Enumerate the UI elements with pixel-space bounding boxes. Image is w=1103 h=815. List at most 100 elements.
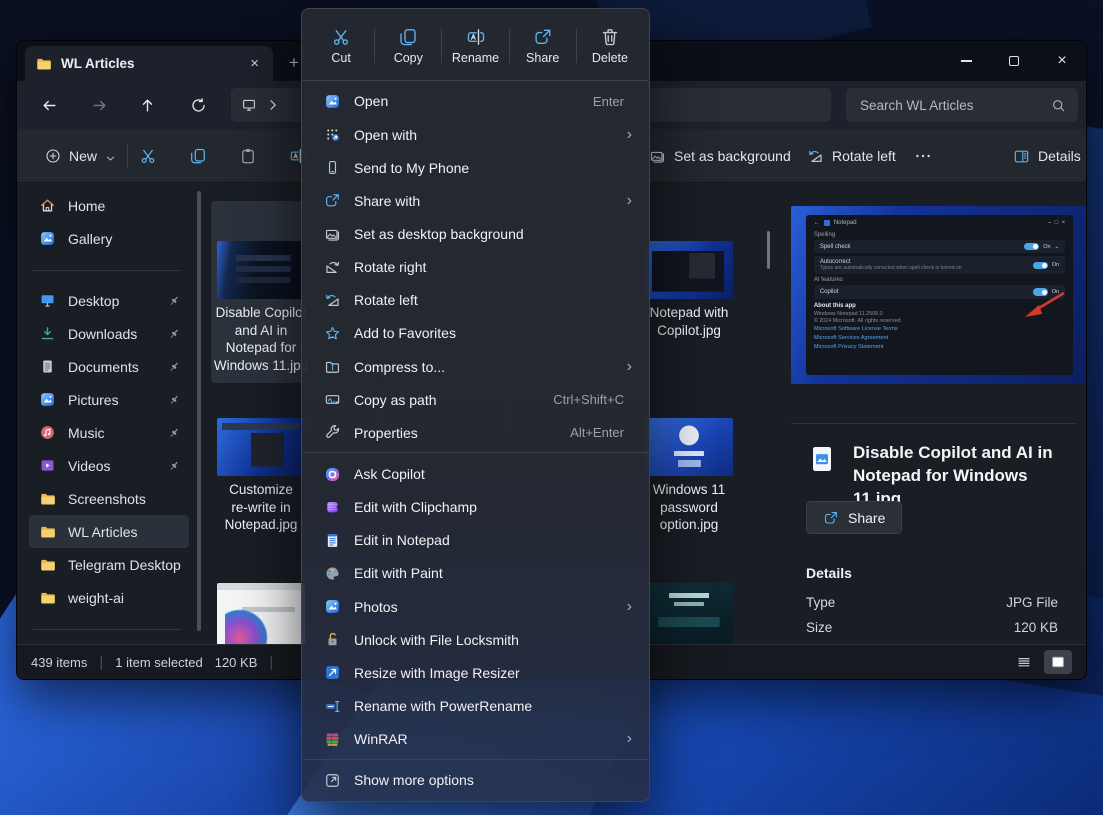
file-tile[interactable]: Windows 11passwordoption.jpg — [639, 411, 739, 551]
music-icon — [39, 424, 56, 441]
menu-item-share-with[interactable]: Share with› — [307, 184, 644, 217]
share-icon — [823, 510, 839, 526]
menu-item-winrar[interactable]: WinRAR› — [307, 723, 644, 756]
quick-action-delete[interactable]: Delete — [577, 18, 643, 74]
menu-item-edit-in-notepad[interactable]: Edit in Notepad — [307, 524, 644, 557]
type-label: Type — [806, 595, 835, 610]
sidebar-item-screenshots[interactable]: Screenshots — [29, 482, 189, 515]
maximize-button[interactable] — [990, 41, 1038, 81]
rotate-left-button[interactable]: Rotate left — [801, 140, 902, 172]
menu-item-rotate-right[interactable]: Rotate right — [307, 251, 644, 284]
back-icon — [41, 97, 58, 114]
share-icon — [533, 27, 553, 47]
file-tile[interactable]: Disable Copilotand AI inNotepad forWindo… — [211, 201, 311, 383]
back-button[interactable] — [36, 93, 62, 117]
menu-item-edit-with-paint[interactable]: Edit with Paint — [307, 557, 644, 590]
menu-item-label: Open with — [354, 127, 627, 143]
details-toggle-button[interactable]: Details — [1007, 140, 1087, 172]
more-options-icon — [324, 772, 341, 789]
forward-button[interactable] — [86, 93, 112, 117]
search-input[interactable] — [858, 97, 1043, 114]
menu-item-set-as-desktop-background[interactable]: Set as desktop background — [307, 217, 644, 250]
sidebar-item-telegram-desktop[interactable]: Telegram Desktop — [29, 548, 189, 581]
up-button[interactable] — [134, 93, 160, 117]
selected-count: 1 item selected — [115, 655, 202, 670]
sidebar-item-pictures[interactable]: Pictures — [29, 383, 189, 416]
menu-item-unlock-with-file-locksmith[interactable]: Unlock with File Locksmith — [307, 623, 644, 656]
search-box[interactable] — [846, 88, 1078, 122]
sidebar-item-weight-ai[interactable]: weight-ai — [29, 581, 189, 614]
new-button[interactable]: New — [33, 140, 128, 172]
menu-item-compress-to-[interactable]: Compress to...› — [307, 350, 644, 383]
tab-title: WL Articles — [61, 56, 237, 71]
set-as-background-button[interactable]: Set as background — [643, 140, 797, 172]
menu-item-rename-with-powerrename[interactable]: Rename with PowerRename — [307, 689, 644, 722]
menu-item-show-more-options[interactable]: Show more options — [307, 764, 644, 797]
photos-app-icon — [324, 93, 341, 110]
sidebar-item-gallery[interactable]: Gallery — [29, 222, 189, 255]
photos-app-icon — [324, 598, 341, 615]
new-tab-button[interactable]: + — [289, 53, 299, 73]
sidebar-item-wl-articles[interactable]: WL Articles — [29, 515, 189, 548]
list-view-button[interactable] — [1010, 650, 1038, 674]
file-tile[interactable]: Customizere-write inNotepad.jpg — [211, 411, 311, 551]
resize-icon — [324, 664, 341, 681]
file-tile[interactable]: Notepad withCopilot.jpg — [639, 201, 739, 341]
downloads-icon — [39, 325, 56, 342]
file-tile[interactable] — [211, 578, 311, 644]
cut-button[interactable] — [130, 140, 166, 172]
sidebar-item-label: Gallery — [68, 231, 181, 247]
winrar-icon — [324, 731, 341, 748]
menu-item-resize-with-image-resizer[interactable]: Resize with Image Resizer — [307, 656, 644, 689]
sidebar-item-desktop[interactable]: Desktop — [29, 284, 189, 317]
sidebar-item-documents[interactable]: Documents — [29, 350, 189, 383]
minimize-button[interactable] — [942, 41, 990, 81]
content-scrollbar[interactable] — [767, 231, 770, 269]
quick-action-copy[interactable]: Copy — [375, 18, 441, 74]
copy-button[interactable] — [180, 140, 216, 172]
sidebar-scrollbar[interactable] — [197, 191, 201, 631]
quick-action-share[interactable]: Share — [510, 18, 576, 74]
menu-item-label: Edit in Notepad — [354, 532, 636, 548]
menu-item-open[interactable]: OpenEnter — [307, 85, 644, 118]
details-divider — [791, 423, 1076, 424]
thumbnail-view-button[interactable] — [1044, 650, 1072, 674]
menu-item-photos[interactable]: Photos› — [307, 590, 644, 623]
menu-item-send-to-my-phone[interactable]: Send to My Phone — [307, 151, 644, 184]
menu-item-label: Properties — [354, 425, 570, 441]
toolbar-divider — [127, 144, 128, 168]
sidebar-item-music[interactable]: Music — [29, 416, 189, 449]
menu-item-edit-with-clipchamp[interactable]: Edit with Clipchamp — [307, 491, 644, 524]
quick-action-rename[interactable]: Rename — [442, 18, 508, 74]
sidebar-item-label: Screenshots — [68, 491, 181, 507]
file-tile[interactable] — [639, 578, 739, 644]
phone-icon — [324, 159, 341, 176]
menu-item-properties[interactable]: PropertiesAlt+Enter — [307, 416, 644, 449]
paste-button[interactable] — [230, 140, 266, 172]
size-label: Size — [806, 620, 832, 635]
clipchamp-icon — [324, 499, 341, 516]
close-button[interactable]: × — [1038, 41, 1086, 81]
menu-item-copy-as-path[interactable]: Copy as pathCtrl+Shift+C — [307, 383, 644, 416]
type-value: JPG File — [1006, 595, 1058, 610]
selected-filename: Disable Copilot and AI in Notepad for Wi… — [853, 441, 1068, 510]
folder-icon — [35, 55, 52, 72]
quick-action-cut[interactable]: Cut — [308, 18, 374, 74]
more-commands-button[interactable] — [905, 140, 941, 172]
menu-item-rotate-left[interactable]: Rotate left — [307, 284, 644, 317]
share-button[interactable]: Share — [806, 501, 902, 534]
menu-item-add-to-favorites[interactable]: Add to Favorites — [307, 317, 644, 350]
menu-item-ask-copilot[interactable]: Ask Copilot — [307, 457, 644, 490]
sidebar-item-downloads[interactable]: Downloads — [29, 317, 189, 350]
refresh-button[interactable] — [185, 93, 211, 117]
sidebar-item-videos[interactable]: Videos — [29, 449, 189, 482]
tab-close-icon[interactable]: × — [246, 55, 263, 72]
file-thumbnail — [217, 418, 305, 476]
sidebar-item-label: Music — [68, 425, 155, 441]
quick-action-label: Share — [526, 51, 559, 65]
sidebar-item-home[interactable]: Home — [29, 189, 189, 222]
notepad-icon — [324, 532, 341, 549]
lock-icon — [324, 631, 341, 648]
menu-item-open-with[interactable]: Open with› — [307, 118, 644, 151]
tab-wl-articles[interactable]: WL Articles × — [25, 46, 273, 81]
